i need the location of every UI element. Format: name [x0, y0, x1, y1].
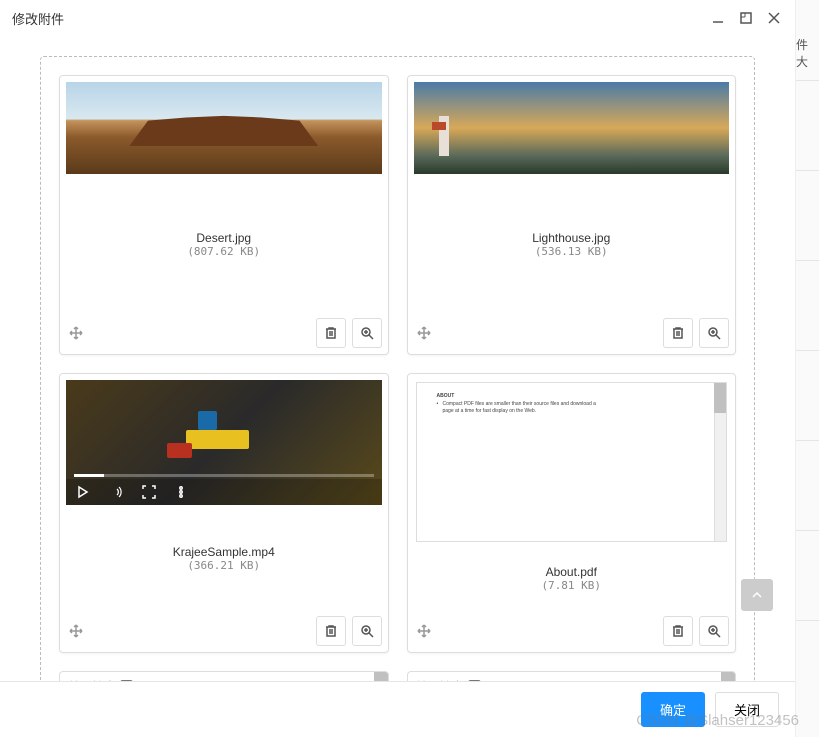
file-size: (7.81 KB)	[414, 579, 730, 592]
file-card: Lighthouse.jpg (536.13 KB)	[407, 75, 737, 355]
modify-attachment-dialog: 修改附件 Desert.jpg (807.62 KB)	[0, 0, 795, 737]
delete-button[interactable]	[663, 318, 693, 348]
move-icon[interactable]	[414, 621, 434, 641]
file-card: Desert.jpg (807.62 KB)	[59, 75, 389, 355]
file-card: ABOUT Compact PDF files are smaller than…	[407, 373, 737, 653]
delete-button[interactable]	[316, 318, 346, 348]
pretty-output-checkbox[interactable]	[468, 680, 481, 681]
dialog-titlebar: 修改附件	[0, 0, 795, 36]
background-panel: 件大	[795, 0, 819, 737]
file-size: (366.21 KB)	[66, 559, 382, 572]
zoom-button[interactable]	[699, 616, 729, 646]
close-icon[interactable]	[765, 9, 783, 27]
file-card: KrajeeSample.mp4 (366.21 KB)	[59, 373, 389, 653]
file-name: KrajeeSample.mp4	[66, 545, 382, 559]
delete-button[interactable]	[316, 616, 346, 646]
response-output: 美观输出 {"msg":"Failed to convert	[407, 671, 737, 681]
cancel-button[interactable]: 关闭	[715, 692, 779, 727]
side-truncated-text: 件大	[796, 36, 815, 70]
response-output: 美观输出 {"msg":"Failed to convert	[59, 671, 389, 681]
pretty-output-checkbox[interactable]	[120, 680, 133, 681]
zoom-button[interactable]	[352, 318, 382, 348]
ok-button[interactable]: 确定	[641, 692, 705, 727]
dialog-footer: 确定 关闭	[0, 681, 795, 737]
file-size: (536.13 KB)	[414, 245, 730, 258]
file-size: (807.62 KB)	[66, 245, 382, 258]
dialog-title: 修改附件	[12, 9, 64, 28]
response-scrollbar[interactable]	[721, 672, 735, 681]
file-dropzone[interactable]: Desert.jpg (807.62 KB) Lighthouse	[40, 56, 755, 681]
minimize-icon[interactable]	[709, 9, 727, 27]
volume-icon[interactable]	[108, 485, 124, 499]
pretty-output-label: 美观输出	[68, 678, 116, 681]
pretty-output-label: 美观输出	[416, 678, 464, 681]
zoom-button[interactable]	[352, 616, 382, 646]
video-progress-bar[interactable]	[74, 474, 374, 477]
more-icon[interactable]	[174, 485, 188, 499]
pdf-preview[interactable]: ABOUT Compact PDF files are smaller than…	[416, 382, 728, 542]
zoom-button[interactable]	[699, 318, 729, 348]
dialog-content: Desert.jpg (807.62 KB) Lighthouse	[0, 36, 795, 681]
video-preview[interactable]	[66, 380, 382, 505]
fullscreen-icon[interactable]	[142, 485, 156, 499]
file-name: About.pdf	[414, 565, 730, 579]
delete-button[interactable]	[663, 616, 693, 646]
image-preview[interactable]	[66, 82, 382, 174]
maximize-icon[interactable]	[737, 9, 755, 27]
file-name: Lighthouse.jpg	[414, 231, 730, 245]
scroll-to-top-button[interactable]	[741, 579, 773, 611]
move-icon[interactable]	[66, 621, 86, 641]
pdf-scrollbar[interactable]	[714, 383, 726, 541]
move-icon[interactable]	[66, 323, 86, 343]
response-scrollbar[interactable]	[374, 672, 388, 681]
image-preview[interactable]	[414, 82, 730, 174]
move-icon[interactable]	[414, 323, 434, 343]
file-name: Desert.jpg	[66, 231, 382, 245]
pdf-heading: ABOUT	[437, 393, 711, 399]
play-icon[interactable]	[76, 485, 90, 499]
